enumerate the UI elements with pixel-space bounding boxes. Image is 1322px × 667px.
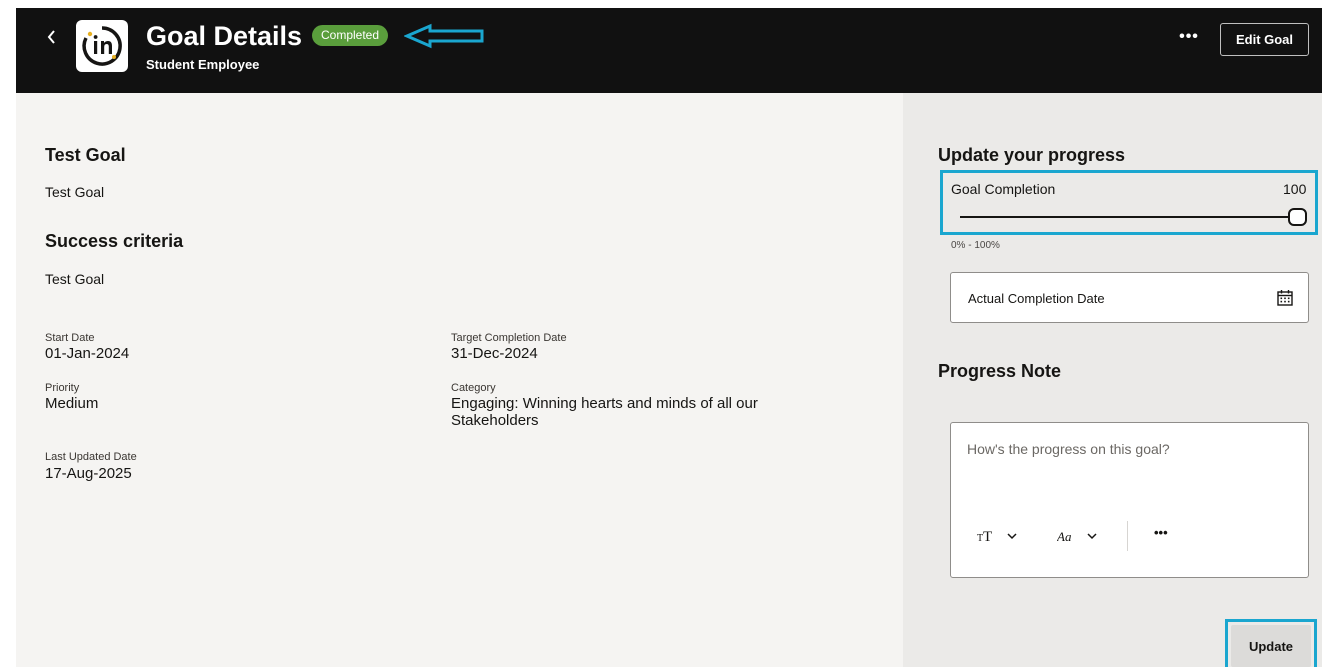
- annotation-arrow-icon: [404, 23, 484, 49]
- goal-completion-slider-track[interactable]: [960, 216, 1290, 218]
- priority-value: Medium: [45, 395, 99, 412]
- target-date-label: Target Completion Date: [451, 332, 567, 344]
- toolbar-more-button[interactable]: •••: [1154, 525, 1168, 540]
- slider-range-hint: 0% - 100%: [951, 240, 1000, 251]
- update-button[interactable]: Update: [1231, 625, 1311, 667]
- success-criteria-value: Test Goal: [45, 271, 105, 287]
- chevron-left-icon: [47, 30, 55, 44]
- goal-details-panel: Test Goal Test Goal Success criteria Tes…: [16, 93, 903, 667]
- actual-completion-date-field[interactable]: Actual Completion Date: [950, 272, 1309, 323]
- page-header: Goal Details Completed Student Employee …: [16, 8, 1322, 93]
- start-date-value: 01-Jan-2024: [45, 345, 130, 362]
- progress-note-editor[interactable]: How's the progress on this goal? T T Aa …: [950, 422, 1309, 578]
- app-logo: [76, 20, 128, 72]
- goal-completion-label: Goal Completion: [951, 181, 1056, 197]
- svg-text:Aa: Aa: [1057, 529, 1072, 544]
- status-badge: Completed: [312, 25, 389, 46]
- category-label: Category: [451, 382, 496, 394]
- last-updated-label: Last Updated Date: [45, 451, 137, 463]
- progress-note-heading: Progress Note: [938, 361, 1062, 381]
- calendar-icon[interactable]: [1276, 289, 1294, 307]
- goal-details-page: Goal Details Completed Student Employee …: [0, 0, 1322, 667]
- date-field-placeholder: Actual Completion Date: [968, 291, 1105, 306]
- more-options-button[interactable]: •••: [1174, 24, 1204, 54]
- font-style-icon: Aa: [1056, 529, 1097, 544]
- goal-title-value: Test Goal: [45, 184, 105, 200]
- goal-completion-value: 100: [1283, 181, 1307, 197]
- success-criteria-heading: Success criteria: [45, 231, 184, 251]
- priority-label: Priority: [45, 382, 80, 394]
- category-value: Engaging: Winning hearts and minds of al…: [451, 395, 758, 429]
- text-size-button[interactable]: T T: [977, 528, 1021, 547]
- text-size-icon: T T: [977, 529, 1017, 545]
- edit-goal-button[interactable]: Edit Goal: [1220, 23, 1309, 56]
- back-button[interactable]: [41, 22, 63, 52]
- target-date-value: 31-Dec-2024: [451, 345, 538, 362]
- goal-completion-slider-handle[interactable]: [1288, 208, 1307, 226]
- slider-highlight-annotation: [940, 170, 1318, 235]
- update-progress-heading: Update your progress: [938, 145, 1126, 165]
- toolbar-divider: [1127, 521, 1128, 551]
- page-title: Goal Details: [146, 21, 303, 51]
- goal-title-heading: Test Goal: [45, 145, 126, 165]
- progress-note-placeholder: How's the progress on this goal?: [967, 441, 1170, 457]
- page-subtitle: Student Employee: [146, 57, 260, 72]
- font-style-button[interactable]: Aa: [1056, 528, 1101, 547]
- start-date-label: Start Date: [45, 332, 95, 344]
- last-updated-value: 17-Aug-2025: [45, 465, 132, 482]
- svg-text:T: T: [983, 529, 992, 544]
- logo-icon: [82, 26, 122, 66]
